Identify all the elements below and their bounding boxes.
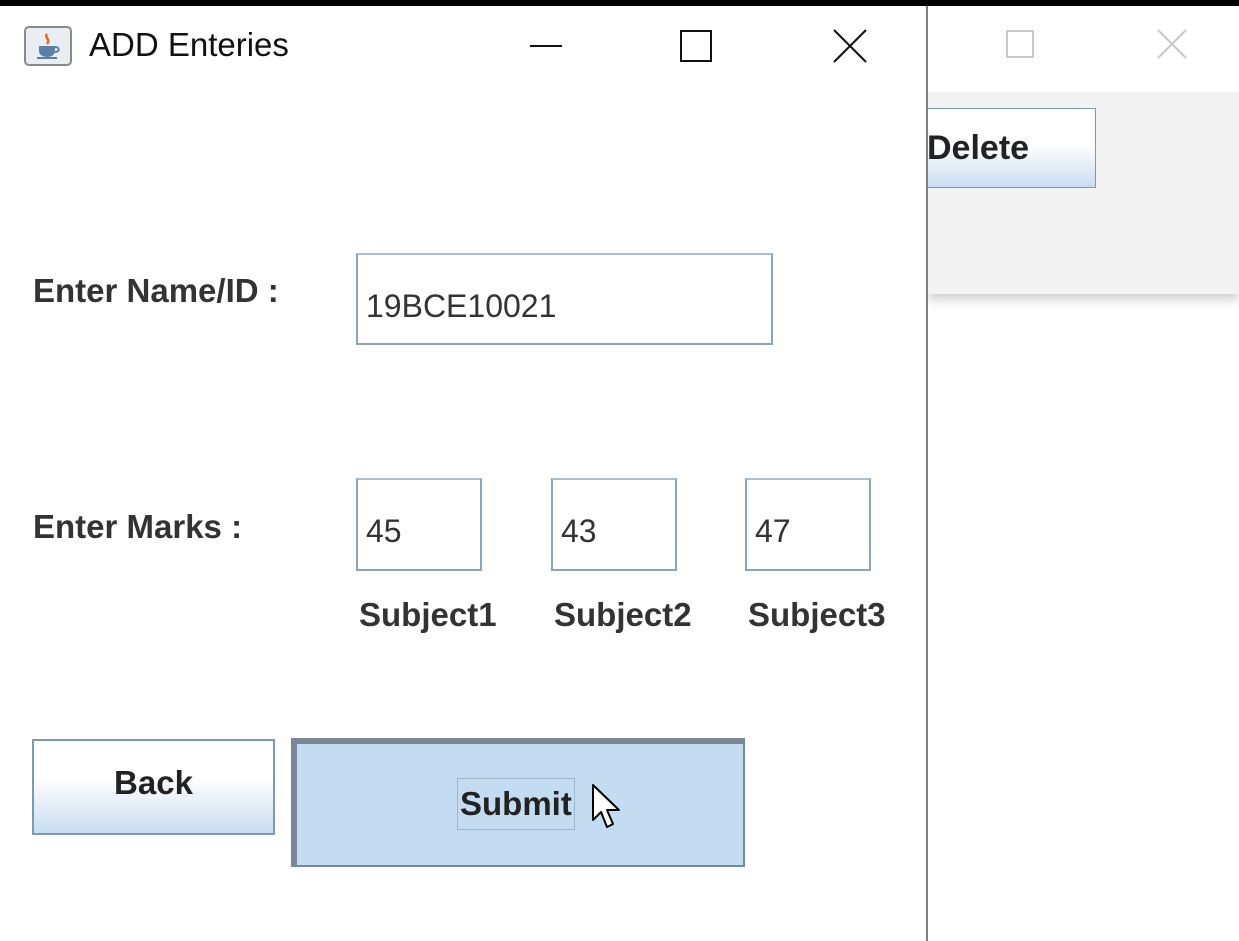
add-entries-window: ADD Enteries Enter Name/ID : Enter Marks… <box>0 6 928 941</box>
marks-label: Enter Marks : <box>33 508 243 545</box>
window-title: ADD Enteries <box>89 26 289 63</box>
subject3-label: Subject3 <box>748 596 886 633</box>
background-window: Delete <box>918 6 1239 294</box>
submit-label: Submit <box>457 778 575 830</box>
subject1-label: Subject1 <box>359 596 497 633</box>
subject1-marks-input[interactable] <box>356 478 482 571</box>
subject3-marks-input[interactable] <box>745 478 871 571</box>
java-app-icon <box>24 26 72 66</box>
coffee-cup-icon <box>37 33 60 59</box>
minimize-icon[interactable] <box>526 26 566 66</box>
submit-button[interactable]: Submit <box>291 738 745 867</box>
delete-button[interactable]: Delete <box>918 108 1096 188</box>
subject2-marks-input[interactable] <box>551 478 677 571</box>
name-id-input[interactable] <box>356 253 773 345</box>
close-icon[interactable] <box>1156 28 1188 60</box>
close-icon[interactable] <box>830 26 870 66</box>
maximize-icon[interactable] <box>676 26 716 66</box>
back-button[interactable]: Back <box>32 739 275 835</box>
name-label: Enter Name/ID : <box>33 272 279 309</box>
subject2-label: Subject2 <box>554 596 692 633</box>
maximize-icon[interactable] <box>1004 28 1036 60</box>
